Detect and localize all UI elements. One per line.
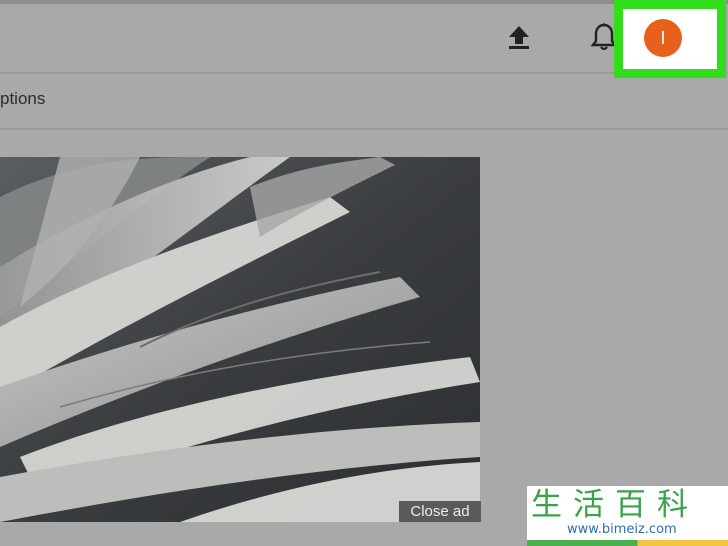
options-bar (0, 74, 728, 128)
upload-icon[interactable] (506, 24, 532, 50)
options-divider (0, 128, 728, 130)
account-avatar[interactable]: I (644, 19, 682, 57)
watermark-url: www.bimeiz.com (567, 522, 677, 537)
watermark-characters: 生活百科 (531, 487, 699, 523)
video-ad-frame[interactable] (0, 157, 480, 522)
close-ad-button[interactable]: Close ad (399, 501, 481, 522)
options-label[interactable]: ptions (0, 89, 45, 109)
book-pages-image (0, 157, 480, 522)
watermark-stripe (527, 540, 728, 546)
watermark-logo: 生活百科 www.bimeiz.com (527, 486, 728, 546)
